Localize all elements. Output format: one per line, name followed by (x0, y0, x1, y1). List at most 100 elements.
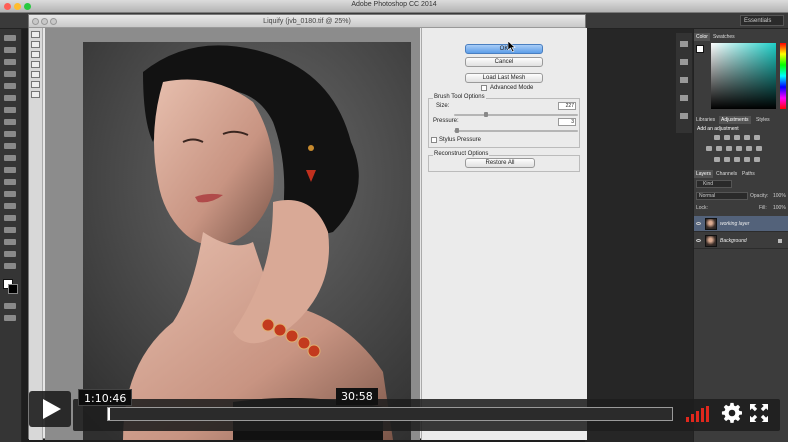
opacity-value[interactable]: 100% (773, 193, 786, 199)
dialog-minimize-icon[interactable] (41, 18, 48, 25)
pressure-label: Pressure: (433, 118, 459, 124)
gradient-tool-icon[interactable] (4, 167, 16, 173)
blur-tool-icon[interactable] (4, 179, 16, 185)
push-left-tool-icon[interactable] (31, 71, 40, 78)
visibility-eye-icon[interactable] (696, 222, 701, 225)
fullscreen-icon[interactable] (750, 404, 768, 422)
brush-tool-icon[interactable] (4, 119, 16, 125)
shape-tool-icon[interactable] (4, 239, 16, 245)
cancel-button[interactable]: Cancel (465, 57, 543, 67)
eraser-tool-icon[interactable] (4, 155, 16, 161)
dodge-tool-icon[interactable] (4, 191, 16, 197)
pressure-slider-handle[interactable] (455, 128, 459, 133)
hue-slider[interactable] (780, 43, 786, 109)
invert-adjust-icon[interactable] (714, 157, 720, 162)
forward-warp-tool-icon[interactable] (31, 31, 40, 38)
exposure-adjust-icon[interactable] (744, 135, 750, 140)
pucker-tool-icon[interactable] (31, 51, 40, 58)
photo-filter-adjust-icon[interactable] (736, 146, 742, 151)
info-panel-icon[interactable] (680, 77, 688, 83)
paragraph-panel-icon[interactable] (680, 113, 688, 119)
type-tool-icon[interactable] (4, 215, 16, 221)
size-slider[interactable] (454, 114, 578, 116)
layer-thumbnail (705, 218, 717, 230)
settings-gear-icon[interactable] (721, 402, 743, 424)
history-brush-tool-icon[interactable] (4, 143, 16, 149)
stamp-tool-icon[interactable] (4, 131, 16, 137)
bw-adjust-icon[interactable] (726, 146, 732, 151)
restore-all-button[interactable]: Restore All (465, 158, 535, 168)
path-select-tool-icon[interactable] (4, 227, 16, 233)
zoom-tool-icon[interactable] (31, 91, 40, 98)
reconstruct-tool-icon[interactable] (31, 41, 40, 48)
crop-tool-icon[interactable] (4, 83, 16, 89)
eyedropper-tool-icon[interactable] (4, 95, 16, 101)
color-balance-adjust-icon[interactable] (716, 146, 722, 151)
fill-value[interactable]: 100% (773, 205, 786, 211)
dialog-zoom-icon[interactable] (50, 18, 57, 25)
progress-bar[interactable] (107, 407, 673, 421)
tab-libraries[interactable]: Libraries (694, 116, 717, 124)
brightness-adjust-icon[interactable] (714, 135, 720, 140)
color-lookup-adjust-icon[interactable] (756, 146, 762, 151)
pen-tool-icon[interactable] (4, 203, 16, 209)
selective-color-adjust-icon[interactable] (754, 157, 760, 162)
pressure-value-field[interactable]: 3 (558, 118, 576, 126)
marquee-tool-icon[interactable] (4, 47, 16, 53)
history-panel-icon[interactable] (680, 41, 688, 47)
volume-control[interactable] (686, 406, 712, 422)
tab-layers[interactable]: Layers (694, 170, 714, 178)
ok-button[interactable]: OK (465, 44, 543, 54)
portrait-photo (83, 42, 411, 440)
vibrance-adjust-icon[interactable] (754, 135, 760, 140)
color-picker-field[interactable] (711, 43, 776, 109)
curves-adjust-icon[interactable] (734, 135, 740, 140)
advanced-mode-checkbox[interactable] (481, 85, 487, 91)
posterize-adjust-icon[interactable] (724, 157, 730, 162)
gradient-map-adjust-icon[interactable] (744, 157, 750, 162)
hue-adjust-icon[interactable] (706, 146, 712, 151)
tab-styles[interactable]: Styles (754, 116, 772, 124)
tab-adjustments[interactable]: Adjustments (719, 116, 751, 124)
pressure-slider[interactable] (454, 130, 578, 132)
quick-mask-icon[interactable] (4, 303, 16, 309)
hand-tool-icon[interactable] (31, 81, 40, 88)
channel-mixer-adjust-icon[interactable] (746, 146, 752, 151)
load-last-mesh-button[interactable]: Load Last Mesh (465, 73, 543, 83)
liquify-title: Liquify (jvb_0180.tif @ 25%) (29, 15, 585, 28)
background-color-swatch[interactable] (8, 284, 18, 294)
hand-tool-icon[interactable] (4, 251, 16, 257)
lasso-tool-icon[interactable] (4, 59, 16, 65)
toolbar (0, 29, 22, 442)
hover-time-tooltip: 1:10:46 (78, 389, 133, 406)
workspace-select[interactable]: Essentials (740, 15, 784, 26)
character-panel-icon[interactable] (680, 95, 688, 101)
color-foreground-swatch[interactable] (696, 45, 704, 53)
tab-color[interactable]: Color (694, 33, 710, 41)
bloat-tool-icon[interactable] (31, 61, 40, 68)
size-value-field[interactable]: 227 (558, 102, 576, 110)
layer-row-working[interactable]: working layer (694, 216, 788, 232)
tab-swatches[interactable]: Swatches (711, 33, 737, 41)
actions-panel-icon[interactable] (680, 59, 688, 65)
levels-adjust-icon[interactable] (724, 135, 730, 140)
play-button[interactable] (29, 391, 71, 427)
blend-mode-select[interactable]: Normal (696, 192, 748, 200)
preview-canvas[interactable] (45, 28, 420, 440)
layer-filter-select[interactable]: Kind (696, 180, 732, 188)
size-slider-handle[interactable] (484, 112, 488, 117)
screen-mode-icon[interactable] (4, 315, 16, 321)
threshold-adjust-icon[interactable] (734, 157, 740, 162)
stylus-pressure-checkbox[interactable] (431, 137, 437, 143)
quick-select-tool-icon[interactable] (4, 71, 16, 77)
tab-paths[interactable]: Paths (740, 170, 757, 178)
move-tool-icon[interactable] (4, 35, 16, 41)
healing-tool-icon[interactable] (4, 107, 16, 113)
zoom-tool-icon[interactable] (4, 263, 16, 269)
dialog-close-icon[interactable] (32, 18, 39, 25)
progress-playhead[interactable] (108, 408, 110, 420)
layer-thumbnail (705, 235, 717, 247)
layer-row-background[interactable]: Background (694, 233, 788, 249)
visibility-eye-icon[interactable] (696, 239, 701, 242)
tab-channels[interactable]: Channels (714, 170, 739, 178)
